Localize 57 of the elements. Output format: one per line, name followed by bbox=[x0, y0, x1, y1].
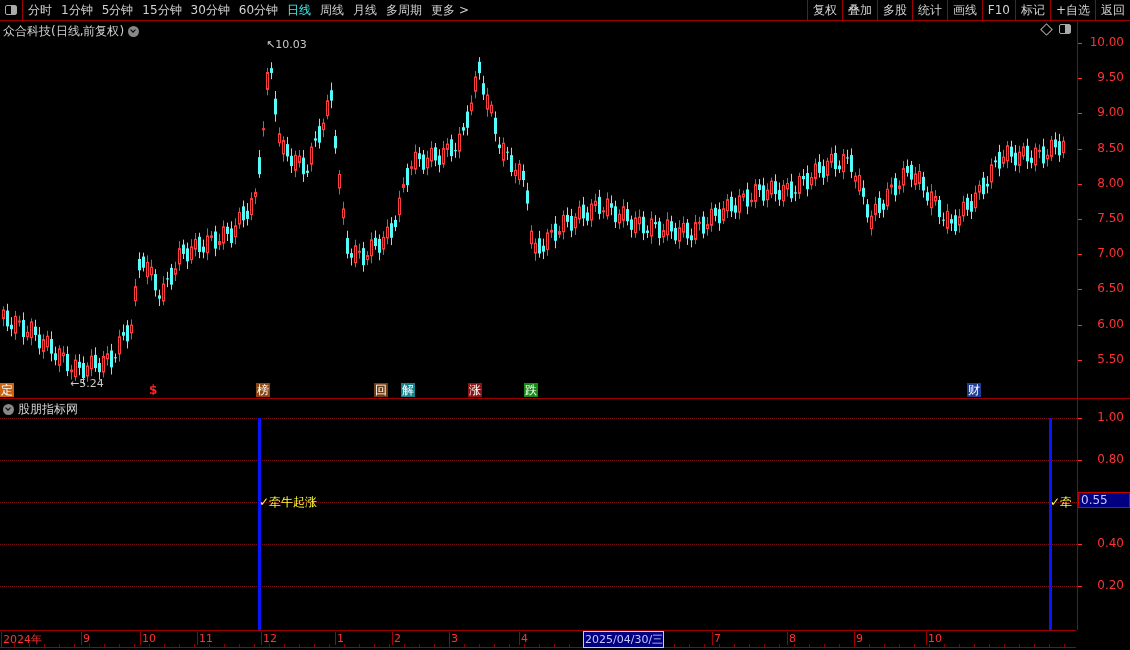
period-tab[interactable]: 日线 bbox=[287, 1, 312, 19]
axis-label: 10 bbox=[926, 632, 942, 645]
chart-title: 众合科技(日线,前复权) bbox=[3, 23, 125, 40]
axis-label: 9.00 bbox=[1097, 105, 1124, 120]
event-marker[interactable]: 财 bbox=[967, 383, 981, 397]
axis-label: 3 bbox=[449, 632, 458, 645]
axis-label: 10.00 bbox=[1089, 35, 1124, 49]
event-marker[interactable]: $ bbox=[148, 383, 159, 397]
axis-label: 0.80 bbox=[1097, 452, 1124, 466]
price-label: ←5.24 bbox=[70, 377, 104, 390]
axis-label: 2 bbox=[392, 632, 401, 645]
period-tab[interactable]: 1分钟 bbox=[61, 1, 93, 19]
axis-label: 1 bbox=[335, 632, 344, 645]
axis-label: 8.00 bbox=[1097, 175, 1124, 190]
price-label: ↖10.03 bbox=[266, 38, 307, 51]
axis-label: 7.50 bbox=[1097, 211, 1124, 225]
date-label: 2025/04/30/三 bbox=[583, 631, 665, 648]
period-tab[interactable]: 更多 > bbox=[431, 1, 469, 19]
period-tab[interactable]: 周线 bbox=[320, 1, 345, 19]
period-tab[interactable]: 60分钟 bbox=[238, 1, 279, 19]
indicator-title: 股朋指标网 bbox=[18, 401, 78, 418]
event-marker[interactable]: 榜 bbox=[256, 383, 270, 397]
axis-label: 11 bbox=[197, 632, 213, 645]
value-label: 0.55 bbox=[1078, 492, 1130, 508]
chevron-down-icon[interactable] bbox=[3, 404, 14, 415]
period-tab[interactable]: 5分钟 bbox=[101, 1, 134, 19]
axis-label: 7 bbox=[712, 632, 721, 645]
axis-label: 4 bbox=[519, 632, 528, 645]
axis-label: 1.00 bbox=[1097, 410, 1124, 424]
axis-label: 9 bbox=[854, 632, 863, 645]
axis-label: 9 bbox=[81, 632, 90, 645]
axis-label: 0.40 bbox=[1097, 536, 1124, 550]
period-tab[interactable]: 15分钟 bbox=[142, 1, 182, 19]
event-marker[interactable]: 跌 bbox=[524, 383, 538, 397]
axis-label: 8.50 bbox=[1097, 140, 1124, 155]
chevron-down-icon[interactable] bbox=[128, 26, 140, 37]
panel-toggle-icon[interactable] bbox=[1059, 24, 1071, 34]
event-marker[interactable]: 解 bbox=[401, 383, 415, 397]
axis-label: 7.00 bbox=[1097, 246, 1124, 261]
event-marker[interactable]: 涨 bbox=[468, 383, 482, 397]
axis-label: 12 bbox=[261, 632, 277, 645]
signal-label: ✓牵牛起涨 bbox=[259, 494, 318, 511]
period-tab[interactable]: 30分钟 bbox=[190, 1, 230, 19]
axis-label: 6.50 bbox=[1097, 281, 1124, 296]
period-tab[interactable]: 多周期 bbox=[386, 1, 423, 19]
axis-label: 0.20 bbox=[1097, 578, 1124, 592]
event-marker[interactable]: 定 bbox=[0, 383, 14, 397]
axis-label: 2024年 bbox=[1, 632, 42, 647]
event-marker[interactable]: 回 bbox=[374, 383, 388, 397]
axis-label: 9.50 bbox=[1097, 70, 1124, 85]
period-tab[interactable]: 月线 bbox=[353, 1, 378, 19]
axis-label: 10 bbox=[140, 632, 156, 645]
period-tab[interactable]: 分时 bbox=[28, 1, 52, 19]
axis-label: 6.00 bbox=[1097, 316, 1124, 331]
axis-label: 8 bbox=[787, 632, 796, 645]
signal-label: ✓牵 bbox=[1050, 494, 1073, 511]
axis-label: 5.50 bbox=[1097, 351, 1124, 366]
